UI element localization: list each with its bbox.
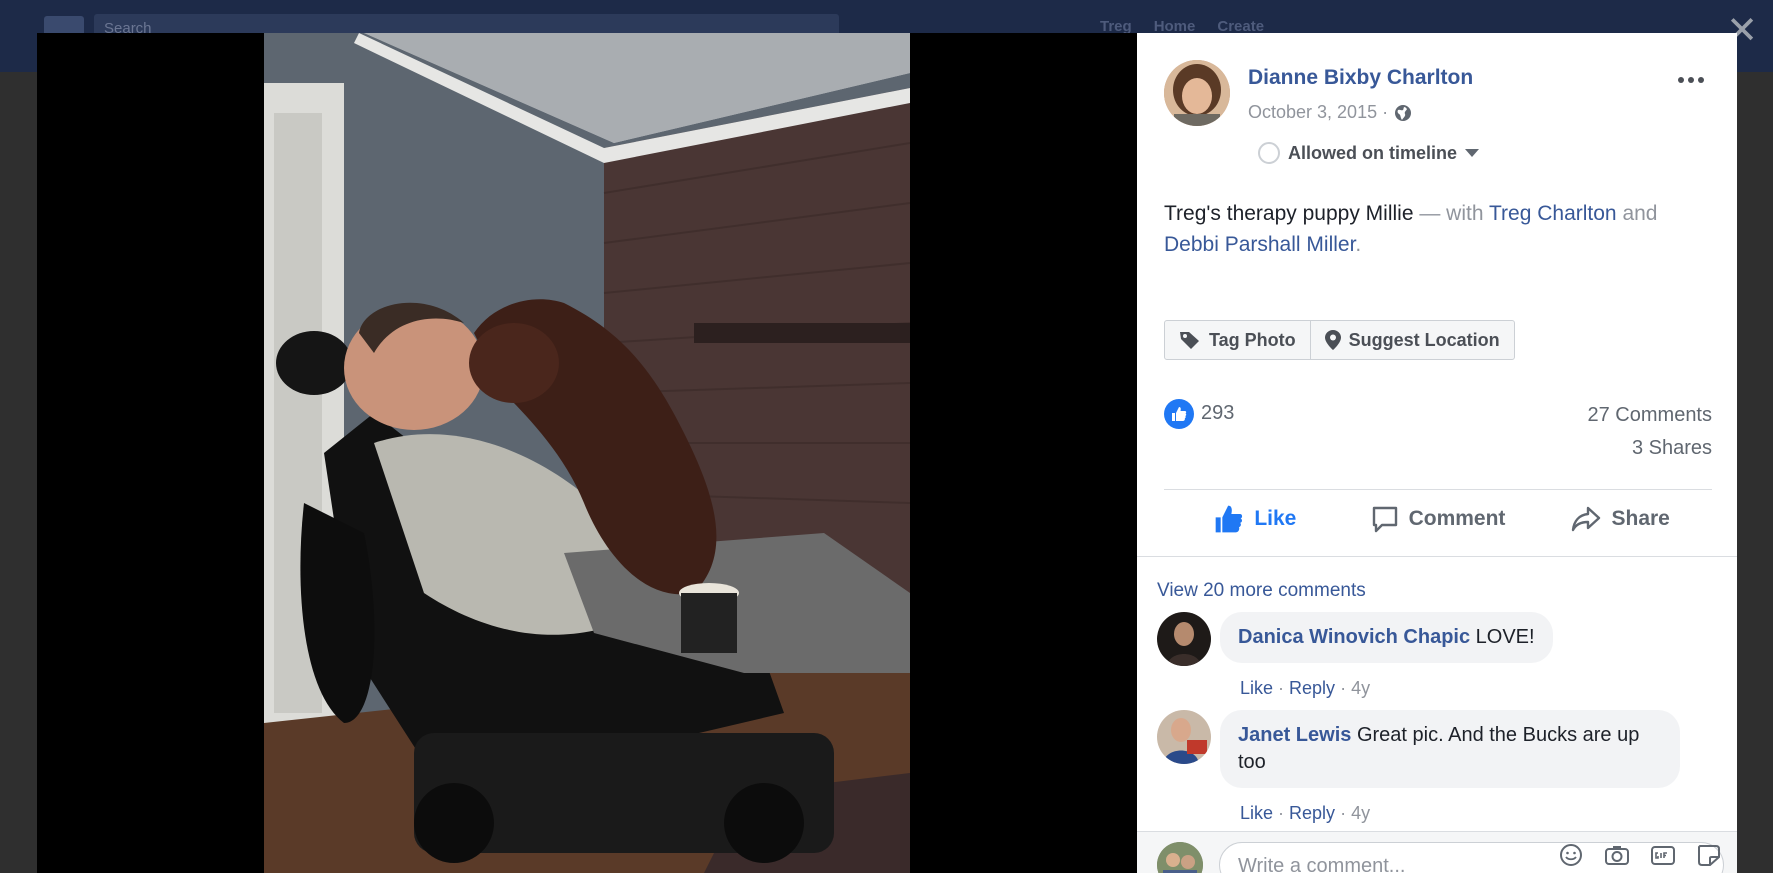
share-button[interactable]: Share <box>1529 491 1712 547</box>
author-name-link[interactable]: Dianne Bixby Charlton <box>1248 66 1473 90</box>
engagement-stats: 293 27 Comments 3 Shares <box>1164 399 1712 469</box>
comment-text: LOVE! <box>1475 626 1535 648</box>
like-button[interactable]: Like <box>1164 491 1347 547</box>
dot-icon <box>1688 77 1694 83</box>
comments-count-link[interactable]: 27 Comments <box>1588 404 1713 427</box>
sticker-icon[interactable] <box>1695 842 1723 868</box>
caption-and: and <box>1616 202 1658 225</box>
commenter-avatar-image <box>1157 612 1211 666</box>
comment-bubble: Janet Lewis Great pic. And the Bucks are… <box>1220 710 1680 788</box>
tag-icon <box>1180 332 1199 349</box>
timeline-status-dropdown[interactable]: Allowed on timeline <box>1258 140 1480 166</box>
comment-like-link[interactable]: Like <box>1240 678 1273 698</box>
share-label: Share <box>1611 507 1670 530</box>
timeline-status-label: Allowed on timeline <box>1288 142 1458 163</box>
author-avatar-image <box>1164 60 1230 126</box>
comment-reply-link[interactable]: Reply <box>1289 803 1335 823</box>
like-reaction-icon[interactable] <box>1164 399 1194 429</box>
comment-item: Danica Winovich Chapic LOVE! Like · Repl… <box>1157 612 1717 722</box>
caption-text: Treg's therapy puppy Millie <box>1164 202 1414 225</box>
caret-down-icon <box>1465 149 1480 157</box>
caption-with: — with <box>1413 202 1489 225</box>
thumbs-up-icon <box>1215 505 1243 533</box>
divider <box>1164 489 1712 490</box>
commenter-avatar-image <box>1157 710 1211 764</box>
tagged-user-link[interactable]: Treg Charlton <box>1489 202 1617 225</box>
commenter-avatar[interactable] <box>1157 710 1211 764</box>
suggest-location-button[interactable]: Suggest Location <box>1309 321 1514 359</box>
camera-icon[interactable] <box>1603 842 1631 868</box>
post-caption: Treg's therapy puppy Millie — with Treg … <box>1164 198 1704 260</box>
tagged-user-link[interactable]: Debbi Parshall Miller <box>1164 233 1355 256</box>
comment-age[interactable]: 4y <box>1351 803 1370 823</box>
more-options-button[interactable] <box>1674 70 1708 90</box>
comment-item: Janet Lewis Great pic. And the Bucks are… <box>1157 710 1717 840</box>
like-count[interactable]: 293 <box>1201 402 1234 425</box>
tag-photo-label: Tag Photo <box>1209 329 1296 350</box>
photo-actions-bar: Tag Photo Suggest Location <box>1164 320 1515 360</box>
location-pin-icon <box>1324 330 1341 350</box>
current-user-avatar <box>1157 842 1203 873</box>
dot-icon <box>1698 77 1704 83</box>
post-meta: October 3, 2015 · <box>1248 102 1412 123</box>
post-details-panel: Dianne Bixby Charlton October 3, 2015 · … <box>1137 33 1737 873</box>
like-label: Like <box>1254 507 1297 530</box>
tag-photo-button[interactable]: Tag Photo <box>1165 321 1310 359</box>
write-comment-row: Write a comment... <box>1137 831 1737 873</box>
author-avatar[interactable] <box>1164 60 1230 126</box>
commenter-avatar[interactable] <box>1157 612 1211 666</box>
gif-icon[interactable] <box>1649 842 1677 868</box>
suggest-location-label: Suggest Location <box>1348 329 1500 350</box>
comment-author-link[interactable]: Danica Winovich Chapic <box>1238 626 1470 648</box>
comment-label: Comment <box>1408 507 1506 530</box>
comment-like-link[interactable]: Like <box>1240 803 1273 823</box>
post-actions: Like Comment Share <box>1164 491 1712 547</box>
current-user-avatar-image <box>1157 842 1203 873</box>
share-arrow-icon <box>1572 506 1601 532</box>
comment-author-link[interactable]: Janet Lewis <box>1238 724 1351 746</box>
emoji-icon[interactable] <box>1557 842 1585 868</box>
post-photo[interactable] <box>264 33 910 873</box>
comment-age[interactable]: 4y <box>1351 678 1370 698</box>
dot-icon <box>1678 77 1684 83</box>
comment-bubble: Danica Winovich Chapic LOVE! <box>1220 612 1553 663</box>
shares-count-link[interactable]: 3 Shares <box>1632 437 1712 460</box>
divider <box>1137 556 1737 557</box>
comment-button[interactable]: Comment <box>1347 491 1530 547</box>
comment-actions: Like · Reply · 4y <box>1240 803 1371 823</box>
comment-reply-link[interactable]: Reply <box>1289 678 1335 698</box>
comment-bubble-icon <box>1372 506 1397 533</box>
thumbs-up-icon <box>1172 407 1187 421</box>
globe-icon[interactable] <box>1394 104 1412 122</box>
comment-input-placeholder: Write a comment... <box>1238 855 1406 873</box>
circle-icon <box>1258 142 1280 164</box>
post-header: Dianne Bixby Charlton October 3, 2015 · <box>1164 60 1724 130</box>
comment-input-tools <box>1557 842 1723 868</box>
comment-actions: Like · Reply · 4y <box>1240 678 1371 698</box>
photo-illustration <box>264 33 910 873</box>
post-date[interactable]: October 3, 2015 · <box>1248 102 1388 123</box>
view-more-comments-link[interactable]: View 20 more comments <box>1157 580 1366 602</box>
caption-end: . <box>1355 233 1362 256</box>
